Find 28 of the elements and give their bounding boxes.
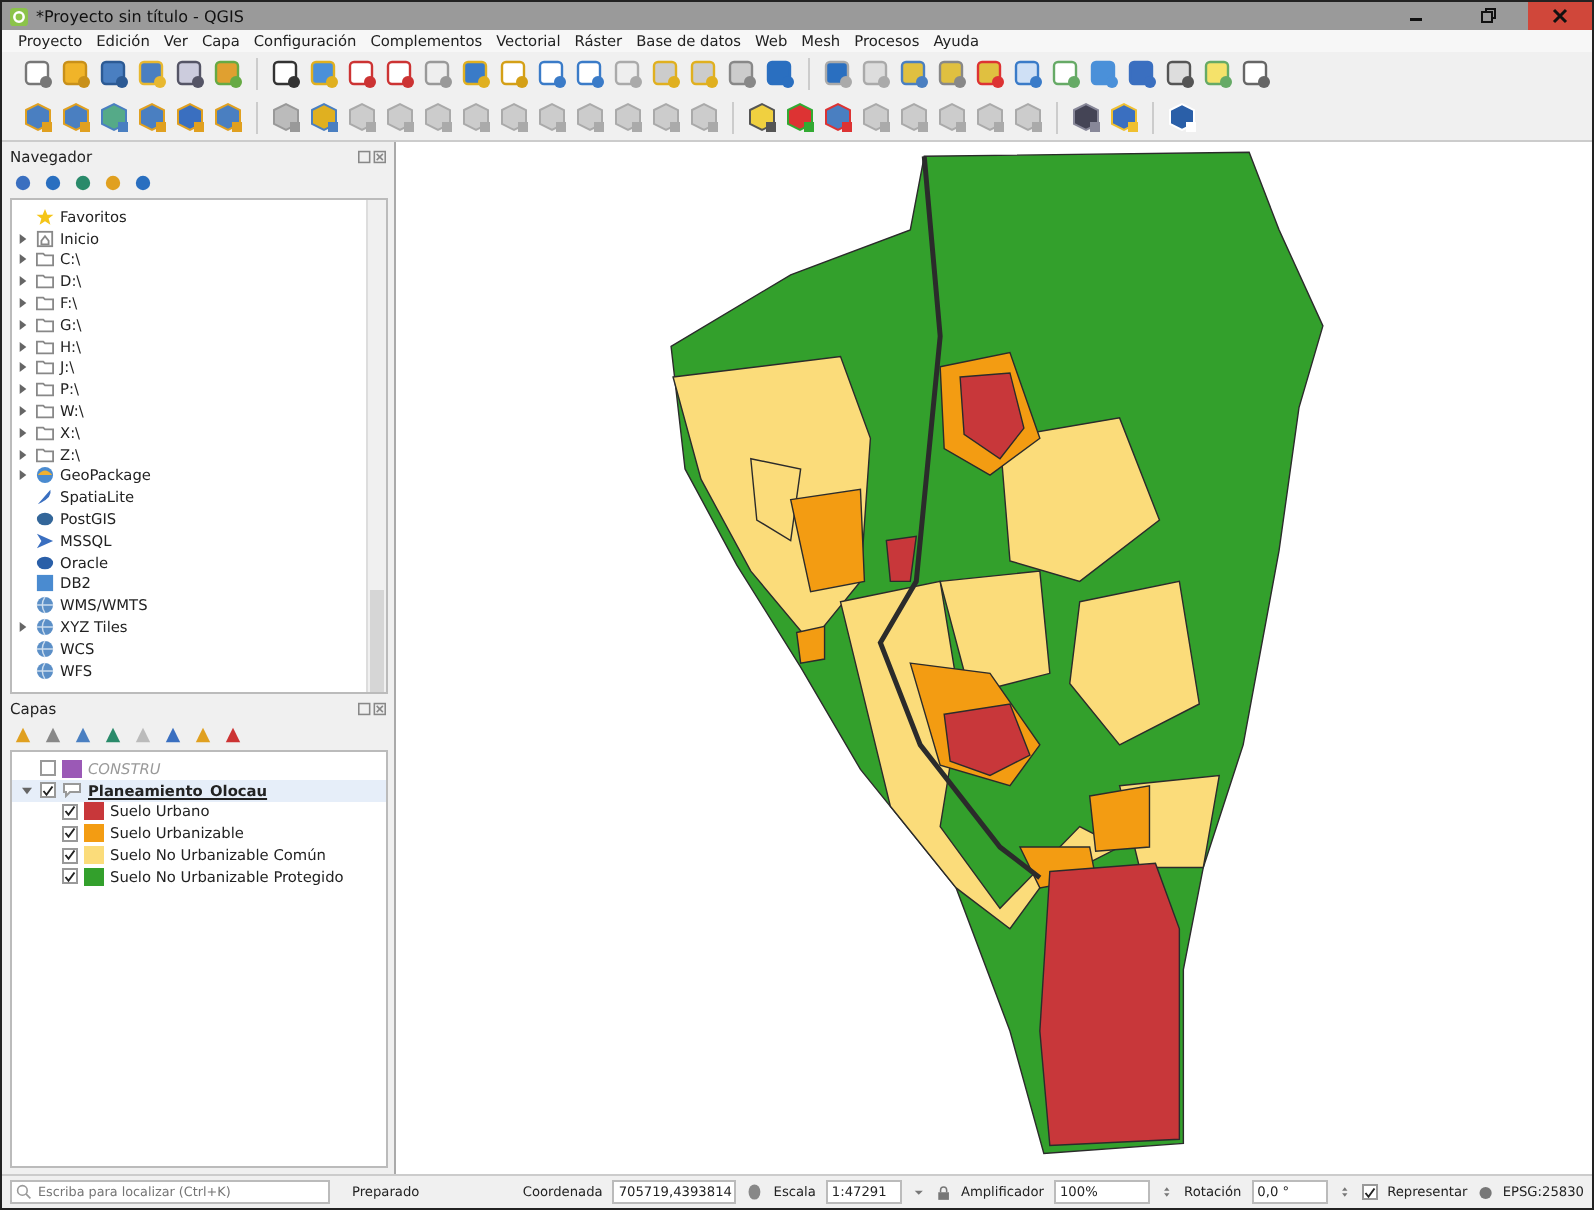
close-icon [1550,6,1570,26]
spinner-icon[interactable] [1160,1182,1175,1202]
restore-icon [1478,6,1498,26]
home-icon [36,229,54,248]
star-icon [36,207,54,226]
window-title: *Proyecto sin título - QGIS [36,7,244,25]
map-canvas[interactable] [396,142,1592,1174]
float-close-icon[interactable] [358,149,386,163]
spinner-icon[interactable] [1337,1182,1352,1202]
float-close-icon[interactable] [358,701,386,715]
class-checkbox[interactable] [62,803,78,820]
class-checkbox[interactable] [62,825,78,842]
wedge-icon [36,531,54,550]
render-checkbox[interactable] [1361,1184,1378,1200]
layer-checkbox[interactable] [40,782,56,799]
expand-arrow-icon[interactable] [22,785,32,796]
lock-icon[interactable] [935,1183,951,1201]
class-checkbox[interactable] [62,847,78,864]
close-button[interactable] [1528,2,1592,30]
geopackage-icon [36,466,54,485]
scrollbar[interactable] [366,200,386,692]
group-icon [62,782,82,799]
app-logo-icon [10,7,28,25]
disc-icon [36,553,54,572]
class-checkbox[interactable] [62,868,78,885]
layer-checkbox[interactable] [40,760,56,777]
expand-arrow-icon[interactable] [18,622,28,633]
feather-icon [36,488,54,507]
